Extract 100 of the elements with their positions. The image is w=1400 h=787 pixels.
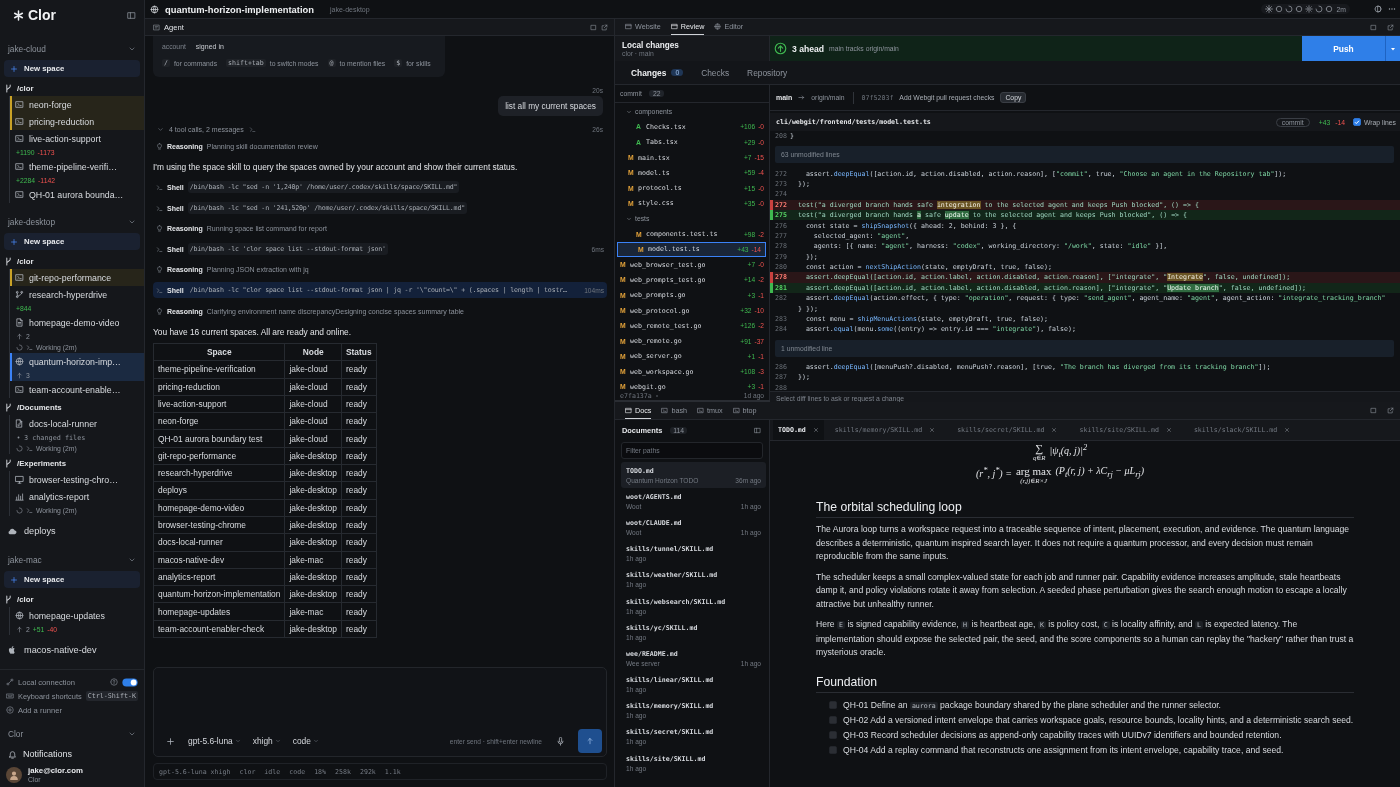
ring-icon[interactable] <box>1274 5 1283 13</box>
task-checkbox[interactable] <box>829 731 837 740</box>
table-cell: browser-testing-chrome <box>153 516 285 534</box>
task-checkbox[interactable] <box>829 700 837 709</box>
chevron-down-icon <box>234 738 241 744</box>
space-item[interactable]: neon-forge <box>9 96 144 113</box>
microphone-button[interactable] <box>554 734 566 748</box>
terminal-icon <box>661 406 669 414</box>
table-cell: ready <box>341 499 377 517</box>
space-name: team-account-enable… <box>29 384 121 395</box>
table-header-cell: Space <box>153 343 285 361</box>
paragraph: The Aurora loop turns a workspace request into a traceable sequence of intent, placement, execution, and evidence. The quantum language describes a deterministic, quantum inspired search layer. It does not require a quantum processor, and every decision must remain reproducible from the same inputs. <box>816 523 1350 563</box>
table-cell: ready <box>341 395 377 413</box>
paragraph: The scheduler keeps a small complex-valued state for each job and runner pair. Capability evidence increases amplitude, stale heartbeats damp it, and policy violations rotate it away from selection. A seeded phase perturbation gives the search enough motion to escape a locally attractive but unhealthy runner. <box>816 570 1348 611</box>
apple-icon <box>7 645 17 655</box>
close-icon[interactable] <box>1165 427 1172 433</box>
arrow-right-icon <box>798 94 806 101</box>
table-cell: homepage-demo-video <box>153 499 285 517</box>
spinner-icon[interactable] <box>1314 5 1323 13</box>
model-dropdown[interactable]: gpt-5.6-luna <box>188 736 241 746</box>
external-link-icon[interactable] <box>1387 407 1394 414</box>
sun-icon[interactable] <box>1304 5 1313 13</box>
assistant-message: You have 16 current spaces. All are ready and online. <box>153 325 353 339</box>
ring-icon[interactable] <box>1324 5 1333 13</box>
space-item[interactable]: QH-01 aurora bounda… <box>9 186 144 203</box>
mode-dropdown[interactable]: code <box>292 736 319 746</box>
space-item[interactable]: team-account-enable… <box>9 381 144 398</box>
sidebar-toggle-icon[interactable] <box>754 427 761 434</box>
fork-icon <box>4 257 13 266</box>
terminal-prompt-icon <box>156 204 163 212</box>
user-message: list all my current spaces <box>498 96 603 116</box>
effort-dropdown[interactable]: xhigh <box>252 736 281 746</box>
space-item[interactable]: pricing-reduction <box>9 113 144 130</box>
plus-icon <box>10 237 18 246</box>
table-cell: ready <box>341 551 377 569</box>
window-icon <box>670 23 678 30</box>
terminal-icon <box>15 100 24 109</box>
close-icon[interactable] <box>1284 427 1291 433</box>
table-cell: git-repo-performance <box>153 447 285 465</box>
send-button[interactable] <box>578 729 602 753</box>
window-title: quantum-horizon-implementation <box>165 3 314 15</box>
external-link-icon[interactable] <box>1387 23 1394 31</box>
arrow-up-icon <box>16 333 23 340</box>
table-cell: jake-desktop <box>284 516 342 534</box>
spinner-icon[interactable] <box>1284 5 1293 13</box>
space-name: research-hyperdrive <box>29 289 108 300</box>
tab[interactable]: Checks <box>701 67 730 78</box>
cloud-icon <box>7 526 17 536</box>
task-checkbox[interactable] <box>829 716 837 725</box>
space-item[interactable]: git-repo-performance <box>9 269 144 286</box>
node-header[interactable]: jake-mac <box>0 549 144 571</box>
maximize-icon[interactable] <box>590 23 597 31</box>
external-link-icon[interactable] <box>601 23 608 31</box>
table-cell: jake-cloud <box>284 412 342 430</box>
lightbulb-icon <box>156 225 163 233</box>
table-cell: pricing-reduction <box>153 378 285 396</box>
push-button[interactable]: Push <box>1302 36 1385 61</box>
sidebar-toggle-icon[interactable] <box>127 10 136 20</box>
task-checkbox[interactable] <box>829 745 837 754</box>
space-name: deploys <box>24 526 56 536</box>
fork-icon <box>4 403 13 412</box>
more-icon[interactable] <box>1388 5 1396 13</box>
terminal-prompt-icon <box>156 286 163 294</box>
table-cell: jake-desktop <box>284 620 342 638</box>
ring-icon[interactable] <box>1294 5 1303 13</box>
close-icon[interactable] <box>812 427 819 433</box>
sparkle-icon[interactable] <box>1264 5 1273 13</box>
push-menu-button[interactable] <box>1385 36 1400 61</box>
section-header[interactable]: Clor <box>0 723 144 745</box>
maximize-icon[interactable] <box>1370 23 1377 31</box>
assistant-message: I'm using the space skill to query the spaces owned by your account and show their current status. <box>153 160 519 174</box>
contrast-icon[interactable] <box>1374 5 1382 13</box>
maximize-icon[interactable] <box>1370 407 1377 414</box>
toggle-switch[interactable] <box>122 677 138 687</box>
task-text: QH-02 Add a versioned intent envelope that carries workspace goals, resource bounds, locality hints, and a deterministic search seed. <box>843 715 1354 726</box>
ahead-count: 3 ahead <box>792 43 824 54</box>
terminal-icon <box>697 406 704 414</box>
chevron-down-icon[interactable] <box>157 125 164 133</box>
close-icon[interactable] <box>1051 427 1058 433</box>
checkbox[interactable] <box>1353 118 1361 126</box>
table-cell: ready <box>341 585 377 603</box>
space-item[interactable]: macos-native-dev <box>0 640 144 660</box>
asterisk-icon <box>13 9 24 21</box>
space-item[interactable]: deploys <box>0 521 144 541</box>
space-name: QH-01 aurora bounda… <box>29 189 124 200</box>
globe-icon <box>150 4 159 14</box>
notifications-item[interactable]: Notifications <box>0 745 81 763</box>
avatar-icon[interactable] <box>6 767 22 783</box>
table-cell: ready <box>341 620 377 638</box>
node-header[interactable]: jake-desktop <box>0 211 144 233</box>
table-cell: docs-local-runner <box>153 533 285 551</box>
space-name: docs-local-runner <box>29 418 97 429</box>
spinner-icon <box>16 445 23 452</box>
table-cell: quantum-horizon-implementation <box>153 585 285 603</box>
close-icon[interactable] <box>929 427 936 433</box>
help-icon[interactable] <box>110 678 118 686</box>
space-item[interactable]: browser-testing-chro… <box>9 471 144 488</box>
tab[interactable]: Repository <box>747 67 788 78</box>
node-header[interactable]: jake-cloud <box>0 38 144 60</box>
space-name: browser-testing-chro… <box>29 474 118 485</box>
